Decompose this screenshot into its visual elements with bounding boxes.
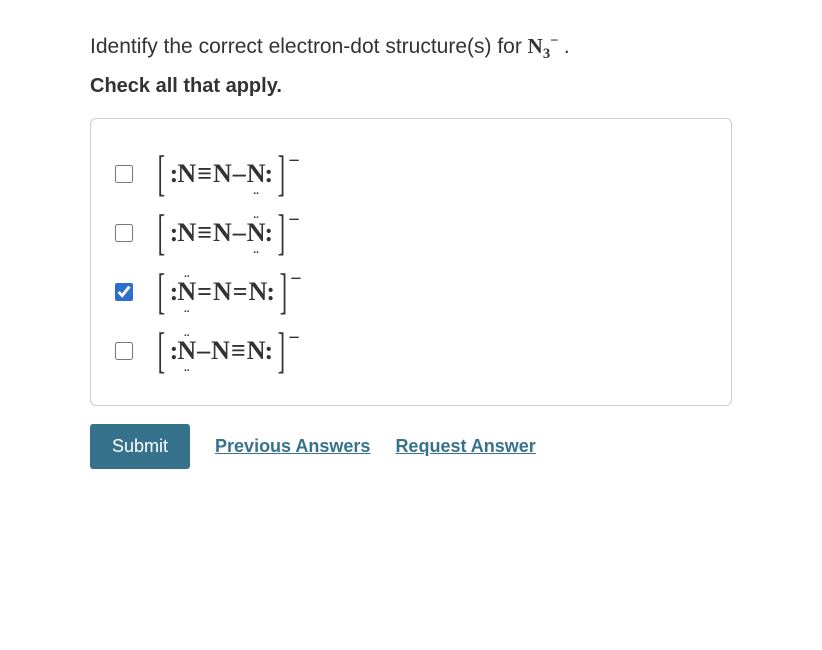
lewis-structure-2: [ : N ≡ N – N.... : ] − bbox=[153, 215, 290, 250]
atom-n1: N bbox=[175, 218, 198, 248]
atom-n1: N.... bbox=[175, 336, 198, 366]
submit-button[interactable]: Submit bbox=[90, 424, 190, 469]
formula: N3− bbox=[528, 34, 564, 58]
bond: = bbox=[233, 277, 248, 307]
formula-base: N bbox=[528, 34, 543, 58]
lewis-structure-4: [ : N.... – N ≡ N : ] − bbox=[153, 333, 290, 368]
atom-n2: N bbox=[209, 336, 232, 366]
question-text: Identify the correct electron-dot struct… bbox=[90, 30, 732, 65]
atom-n1: N.... bbox=[175, 277, 198, 307]
bracket-right-icon: ] bbox=[278, 215, 285, 250]
options-container: [ : N ≡ N – N.. : ] − [ : N ≡ N – N bbox=[90, 118, 732, 406]
option-row: [ : N ≡ N – N.. : ] − bbox=[111, 144, 711, 203]
question-suffix: . bbox=[564, 35, 570, 58]
option-checkbox-4[interactable] bbox=[115, 342, 133, 360]
charge-label: − bbox=[288, 209, 299, 232]
atom-n3: N bbox=[247, 277, 270, 307]
charge-label: − bbox=[288, 327, 299, 350]
question-prefix: Identify the correct electron-dot struct… bbox=[90, 35, 528, 58]
atom-n3: N bbox=[245, 336, 268, 366]
bond: ≡ bbox=[197, 159, 212, 189]
option-checkbox-3[interactable] bbox=[115, 283, 133, 301]
atom-n2: N bbox=[211, 159, 234, 189]
atom-n2: N bbox=[211, 277, 234, 307]
atom-n3: N.... bbox=[245, 218, 268, 248]
lewis-structure-1: [ : N ≡ N – N.. : ] − bbox=[153, 156, 290, 191]
bracket-left-icon: [ bbox=[158, 156, 165, 191]
atom-n1: N bbox=[175, 159, 198, 189]
instruction-text: Check all that apply. bbox=[90, 75, 732, 98]
bracket-right-icon: ] bbox=[280, 274, 287, 309]
option-checkbox-2[interactable] bbox=[115, 224, 133, 242]
bond: = bbox=[197, 277, 212, 307]
bracket-right-icon: ] bbox=[278, 156, 285, 191]
option-row: [ : N.... – N ≡ N : ] − bbox=[111, 321, 711, 380]
footer-actions: Submit Previous Answers Request Answer bbox=[90, 424, 732, 469]
atom-n2: N bbox=[211, 218, 234, 248]
atom-n3: N.. bbox=[245, 159, 268, 189]
formula-charge: − bbox=[550, 33, 558, 49]
bracket-right-icon: ] bbox=[278, 333, 285, 368]
bond: ≡ bbox=[231, 336, 246, 366]
bond: ≡ bbox=[197, 218, 212, 248]
option-row: [ : N.... = N = N : ] − bbox=[111, 262, 711, 321]
request-answer-link[interactable]: Request Answer bbox=[395, 436, 535, 457]
previous-answers-link[interactable]: Previous Answers bbox=[215, 436, 370, 457]
lewis-structure-3: [ : N.... = N = N : ] − bbox=[153, 274, 292, 309]
bracket-left-icon: [ bbox=[158, 215, 165, 250]
option-row: [ : N ≡ N – N.... : ] − bbox=[111, 203, 711, 262]
charge-label: − bbox=[290, 268, 301, 291]
option-checkbox-1[interactable] bbox=[115, 165, 133, 183]
bracket-left-icon: [ bbox=[158, 274, 165, 309]
charge-label: − bbox=[288, 150, 299, 173]
bracket-left-icon: [ bbox=[158, 333, 165, 368]
